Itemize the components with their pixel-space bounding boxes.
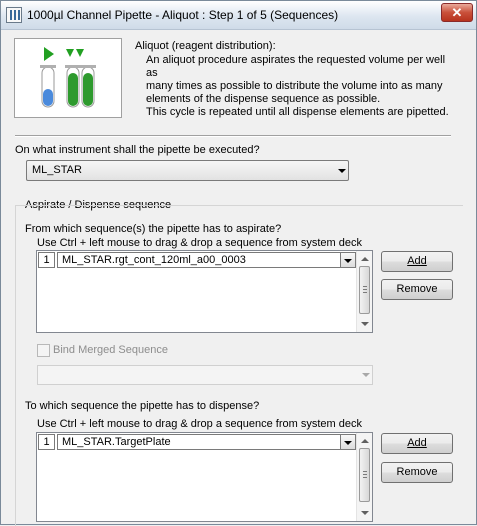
aspirate-add-label: Add — [407, 255, 427, 267]
dispense-remove-label: Remove — [396, 466, 438, 478]
aspirate-remove-label: Remove — [396, 283, 438, 295]
dispense-hint: Use Ctrl + left mouse to drag & drop a s… — [37, 418, 362, 430]
chevron-down-icon — [362, 373, 370, 377]
aspirate-list-scrollbar[interactable] — [356, 251, 372, 332]
separator — [15, 135, 451, 137]
pipette-app-icon — [6, 7, 22, 23]
close-button[interactable]: ✕ — [441, 3, 473, 22]
aliquot-tubes-icon — [40, 47, 96, 108]
bind-merged-label: Bind Merged Sequence — [53, 344, 168, 356]
aspirate-sequence-dropdown[interactable] — [340, 252, 356, 268]
dispense-sequence-field[interactable]: ML_STAR.TargetPlate — [57, 434, 356, 450]
instrument-select-value: ML_STAR — [32, 164, 82, 176]
aspirate-row-number: 1 — [38, 252, 55, 268]
dispense-add-button[interactable]: Add — [381, 433, 453, 454]
scroll-down-icon — [361, 511, 369, 515]
description-line: elements of the dispense sequence as pos… — [146, 93, 381, 105]
aliquot-description: An aliquot procedure aspirates the reque… — [146, 54, 456, 119]
aspirate-hint: Use Ctrl + left mouse to drag & drop a s… — [37, 237, 362, 249]
dispense-question: To which sequence the pipette has to dis… — [25, 400, 260, 412]
window-title: 1000µl Channel Pipette - Aliquot : Step … — [27, 8, 339, 22]
aspirate-remove-button[interactable]: Remove — [381, 279, 453, 300]
scroll-down-icon — [361, 322, 369, 326]
chevron-down-icon — [344, 259, 352, 263]
aliquot-illustration — [14, 38, 122, 118]
dispense-row-number: 1 — [38, 434, 55, 450]
aspirate-question: From which sequence(s) the pipette has t… — [25, 223, 282, 235]
scrollbar-thumb[interactable] — [359, 266, 370, 314]
aspirate-sequence-field[interactable]: ML_STAR.rgt_cont_120ml_a00_0003 — [57, 252, 356, 268]
description-line: This cycle is repeated until all dispens… — [146, 106, 449, 118]
chevron-down-icon — [344, 441, 352, 445]
dispense-remove-button[interactable]: Remove — [381, 462, 453, 483]
dialog-window: 1000µl Channel Pipette - Aliquot : Step … — [0, 0, 477, 526]
aspirate-add-button[interactable]: Add — [381, 251, 453, 272]
dispense-list-scrollbar[interactable] — [356, 433, 372, 521]
scroll-up-icon — [361, 439, 369, 443]
dispense-sequence-list[interactable]: 1 ML_STAR.TargetPlate — [36, 432, 373, 522]
merged-sequence-select[interactable] — [37, 365, 373, 385]
scrollbar-thumb[interactable] — [359, 448, 370, 502]
instrument-select[interactable]: ML_STAR — [26, 160, 349, 181]
dispense-sequence-dropdown[interactable] — [340, 434, 356, 450]
close-icon: ✕ — [451, 5, 463, 20]
aspirate-sequence-list[interactable]: 1 ML_STAR.rgt_cont_120ml_a00_0003 — [36, 250, 373, 333]
aliquot-heading: Aliquot (reagent distribution): — [135, 40, 276, 52]
description-line: An aliquot procedure aspirates the reque… — [146, 54, 446, 79]
dispense-add-label: Add — [407, 437, 427, 449]
title-bar[interactable]: 1000µl Channel Pipette - Aliquot : Step … — [1, 1, 476, 30]
bind-merged-checkbox[interactable] — [37, 344, 50, 357]
chevron-down-icon — [338, 169, 346, 173]
instrument-question: On what instrument shall the pipette be … — [15, 144, 260, 156]
description-line: many times as possible to distribute the… — [146, 80, 443, 92]
scroll-up-icon — [361, 257, 369, 261]
